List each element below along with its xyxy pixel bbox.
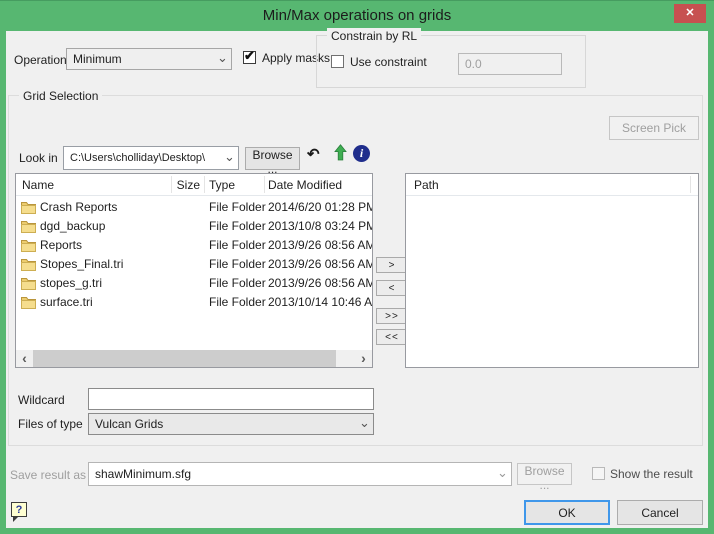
scroll-thumb[interactable] [33, 350, 336, 367]
look-in-label: Look in [19, 150, 58, 166]
title-bar: Min/Max operations on grids ✕ [0, 0, 714, 31]
browse-button[interactable]: Browse ... [245, 147, 300, 170]
column-header-name[interactable]: Name [22, 174, 167, 196]
scroll-left-arrow-icon[interactable]: ‹ [16, 350, 33, 367]
column-header-path[interactable]: Path [414, 174, 614, 196]
grid-selection-label: Grid Selection [19, 88, 102, 104]
constrain-group: Constrain by RL Use constraint 0.0 [316, 35, 586, 88]
column-header-size[interactable]: Size [172, 174, 200, 196]
transfer-remove-all-button[interactable]: << [376, 329, 408, 345]
save-browse-button[interactable]: Browse ... [517, 463, 572, 485]
close-icon: ✕ [685, 7, 694, 19]
folder-icon [21, 201, 36, 214]
file-date: 2013/10/8 03:24 PM [268, 217, 372, 236]
help-icon[interactable]: ? [11, 502, 27, 517]
file-date: 2013/9/26 08:56 AM [268, 274, 372, 293]
files-of-type-value: Vulcan Grids [95, 414, 355, 434]
show-result-label: Show the result [610, 466, 693, 482]
file-list-header: Name Size Type Date Modified [16, 174, 372, 196]
path-list-header: Path [406, 174, 698, 196]
transfer-add-button[interactable]: > [376, 257, 408, 273]
constrain-group-label: Constrain by RL [327, 28, 421, 44]
column-header-type[interactable]: Type [209, 174, 263, 196]
look-in-value: C:\Users\cholliday\Desktop\ [70, 147, 220, 169]
table-row[interactable]: dgd_backup File Folder 2013/10/8 03:24 P… [16, 217, 372, 236]
file-type: File Folder [209, 293, 267, 312]
up-arrow-icon[interactable] [334, 144, 347, 164]
file-date: 2013/9/26 08:56 AM [268, 236, 372, 255]
undo-icon[interactable]: ↶ [307, 145, 320, 163]
cancel-button[interactable]: Cancel [617, 500, 703, 525]
file-type: File Folder [209, 274, 267, 293]
file-type: File Folder [209, 217, 267, 236]
path-list[interactable]: Path [405, 173, 699, 368]
folder-icon [21, 220, 36, 233]
apply-masks-checkbox[interactable]: ✔ [243, 51, 256, 64]
rl-value-field[interactable]: 0.0 [458, 53, 562, 75]
chevron-down-icon: ⌄ [359, 418, 369, 428]
folder-icon [21, 277, 36, 290]
file-list[interactable]: Name Size Type Date Modified Crash Repor… [15, 173, 373, 368]
use-constraint-label: Use constraint [350, 54, 427, 70]
file-type: File Folder [209, 255, 267, 274]
file-type: File Folder [209, 198, 267, 217]
info-icon[interactable]: i [353, 145, 370, 162]
look-in-combobox[interactable]: C:\Users\cholliday\Desktop\ ⌄ [63, 146, 239, 170]
file-date: 2014/6/20 01:28 PM [268, 198, 372, 217]
use-constraint-checkbox[interactable] [331, 55, 344, 68]
save-result-label: Save result as [10, 467, 86, 483]
chevron-down-icon: ⌄ [497, 468, 507, 478]
show-result-checkbox[interactable] [592, 467, 605, 480]
close-button[interactable]: ✕ [674, 4, 706, 23]
file-date: 2013/9/26 08:56 AM [268, 255, 372, 274]
horizontal-scrollbar[interactable]: ‹ › [16, 350, 372, 367]
operation-value: Minimum [73, 49, 213, 69]
file-type: File Folder [209, 236, 267, 255]
save-result-combobox[interactable]: shawMinimum.sfg ⌄ [88, 462, 512, 486]
scroll-right-arrow-icon[interactable]: › [355, 350, 372, 367]
dialog-window: Min/Max operations on grids ✕ Operation … [0, 0, 714, 534]
ok-button[interactable]: OK [524, 500, 610, 525]
files-of-type-label: Files of type [18, 416, 83, 432]
page-title: Min/Max operations on grids [0, 7, 714, 24]
transfer-remove-button[interactable]: < [376, 280, 408, 296]
file-date: 2013/10/14 10:46 AM [268, 293, 372, 312]
table-row[interactable]: Reports File Folder 2013/9/26 08:56 AM [16, 236, 372, 255]
file-name: Reports [40, 236, 170, 255]
folder-icon [21, 239, 36, 252]
wildcard-label: Wildcard [18, 392, 65, 408]
file-name: stopes_g.tri [40, 274, 170, 293]
file-name: Stopes_Final.tri [40, 255, 170, 274]
column-header-date[interactable]: Date Modified [268, 174, 372, 196]
chevron-down-icon: ⌄ [224, 152, 234, 162]
save-result-value: shawMinimum.sfg [95, 463, 493, 485]
chevron-down-icon: ⌄ [217, 53, 227, 63]
file-name: dgd_backup [40, 217, 170, 236]
screen-pick-button[interactable]: Screen Pick [609, 116, 699, 140]
table-row[interactable]: Crash Reports File Folder 2014/6/20 01:2… [16, 198, 372, 217]
table-row[interactable]: stopes_g.tri File Folder 2013/9/26 08:56… [16, 274, 372, 293]
folder-icon [21, 296, 36, 309]
dialog-body: Operation Minimum ⌄ ✔ Apply masks Constr… [6, 31, 708, 528]
file-name: surface.tri [40, 293, 170, 312]
file-name: Crash Reports [40, 198, 170, 217]
check-icon: ✔ [244, 48, 255, 64]
folder-icon [21, 258, 36, 271]
transfer-add-all-button[interactable]: >> [376, 308, 408, 324]
operation-select[interactable]: Minimum ⌄ [66, 48, 232, 70]
wildcard-input[interactable] [88, 388, 374, 410]
files-of-type-select[interactable]: Vulcan Grids ⌄ [88, 413, 374, 435]
table-row[interactable]: surface.tri File Folder 2013/10/14 10:46… [16, 293, 372, 312]
table-row[interactable]: Stopes_Final.tri File Folder 2013/9/26 0… [16, 255, 372, 274]
operation-label: Operation [14, 52, 67, 68]
